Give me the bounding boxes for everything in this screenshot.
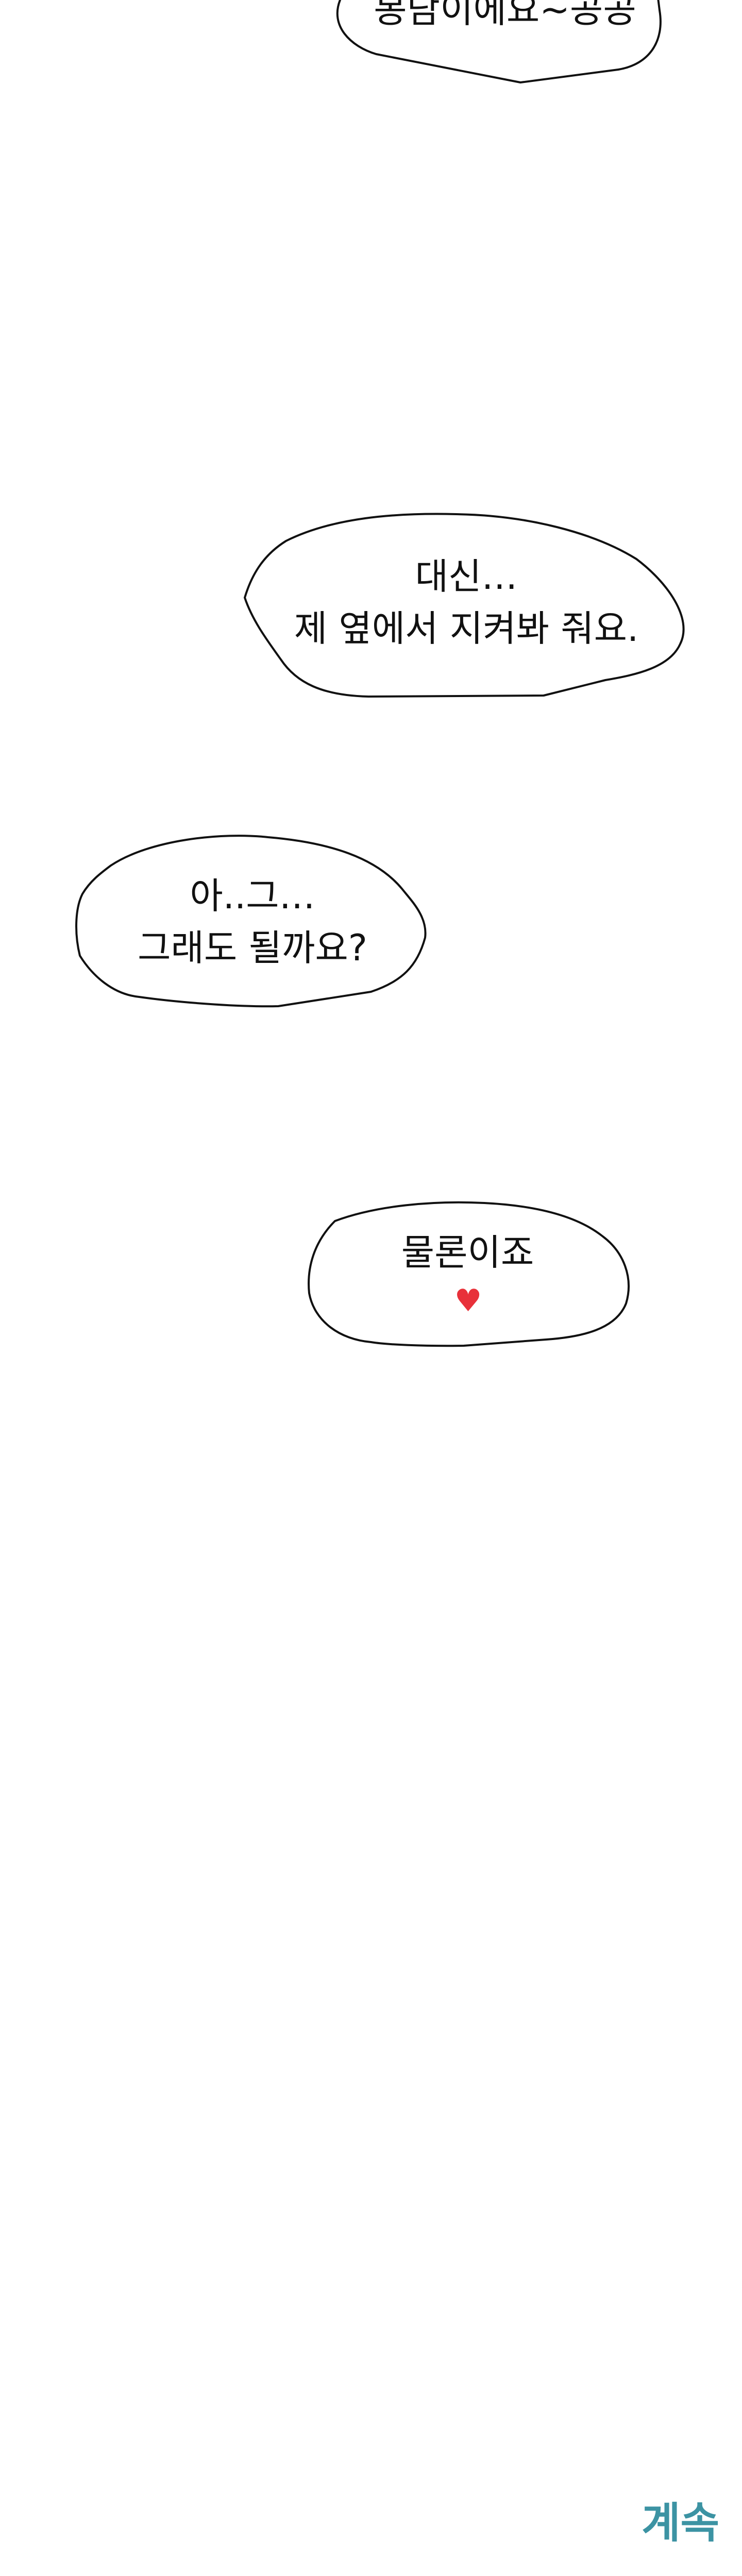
- heart-icon: ♥: [454, 1283, 482, 1319]
- bubble-1-line-1: 봉담이에요~공공: [374, 0, 636, 31]
- bubble-4-line-1: 물론이죠 ♥: [401, 1227, 534, 1324]
- bubble-3-line-1: 아..그…: [190, 874, 315, 917]
- speech-bubble-4-text: 물론이죠 ♥: [314, 1211, 621, 1340]
- continue-label: 계속: [642, 2499, 719, 2548]
- bubble-2-line-1: 대신…: [415, 555, 518, 598]
- bubble-2-line-2: 제 옆에서 지켜봐 줘요.: [294, 607, 639, 650]
- speech-bubble-2-text: 대신… 제 옆에서 지켜봐 줘요.: [252, 528, 680, 677]
- bubble-3-line-2: 그래도 될까요?: [138, 927, 367, 969]
- speech-bubble-1-text: 봉담이에요~공공: [361, 0, 649, 44]
- speech-bubble-3-text: 아..그… 그래도 될까요?: [82, 850, 423, 994]
- bubble-4-text: 물론이죠: [401, 1231, 534, 1274]
